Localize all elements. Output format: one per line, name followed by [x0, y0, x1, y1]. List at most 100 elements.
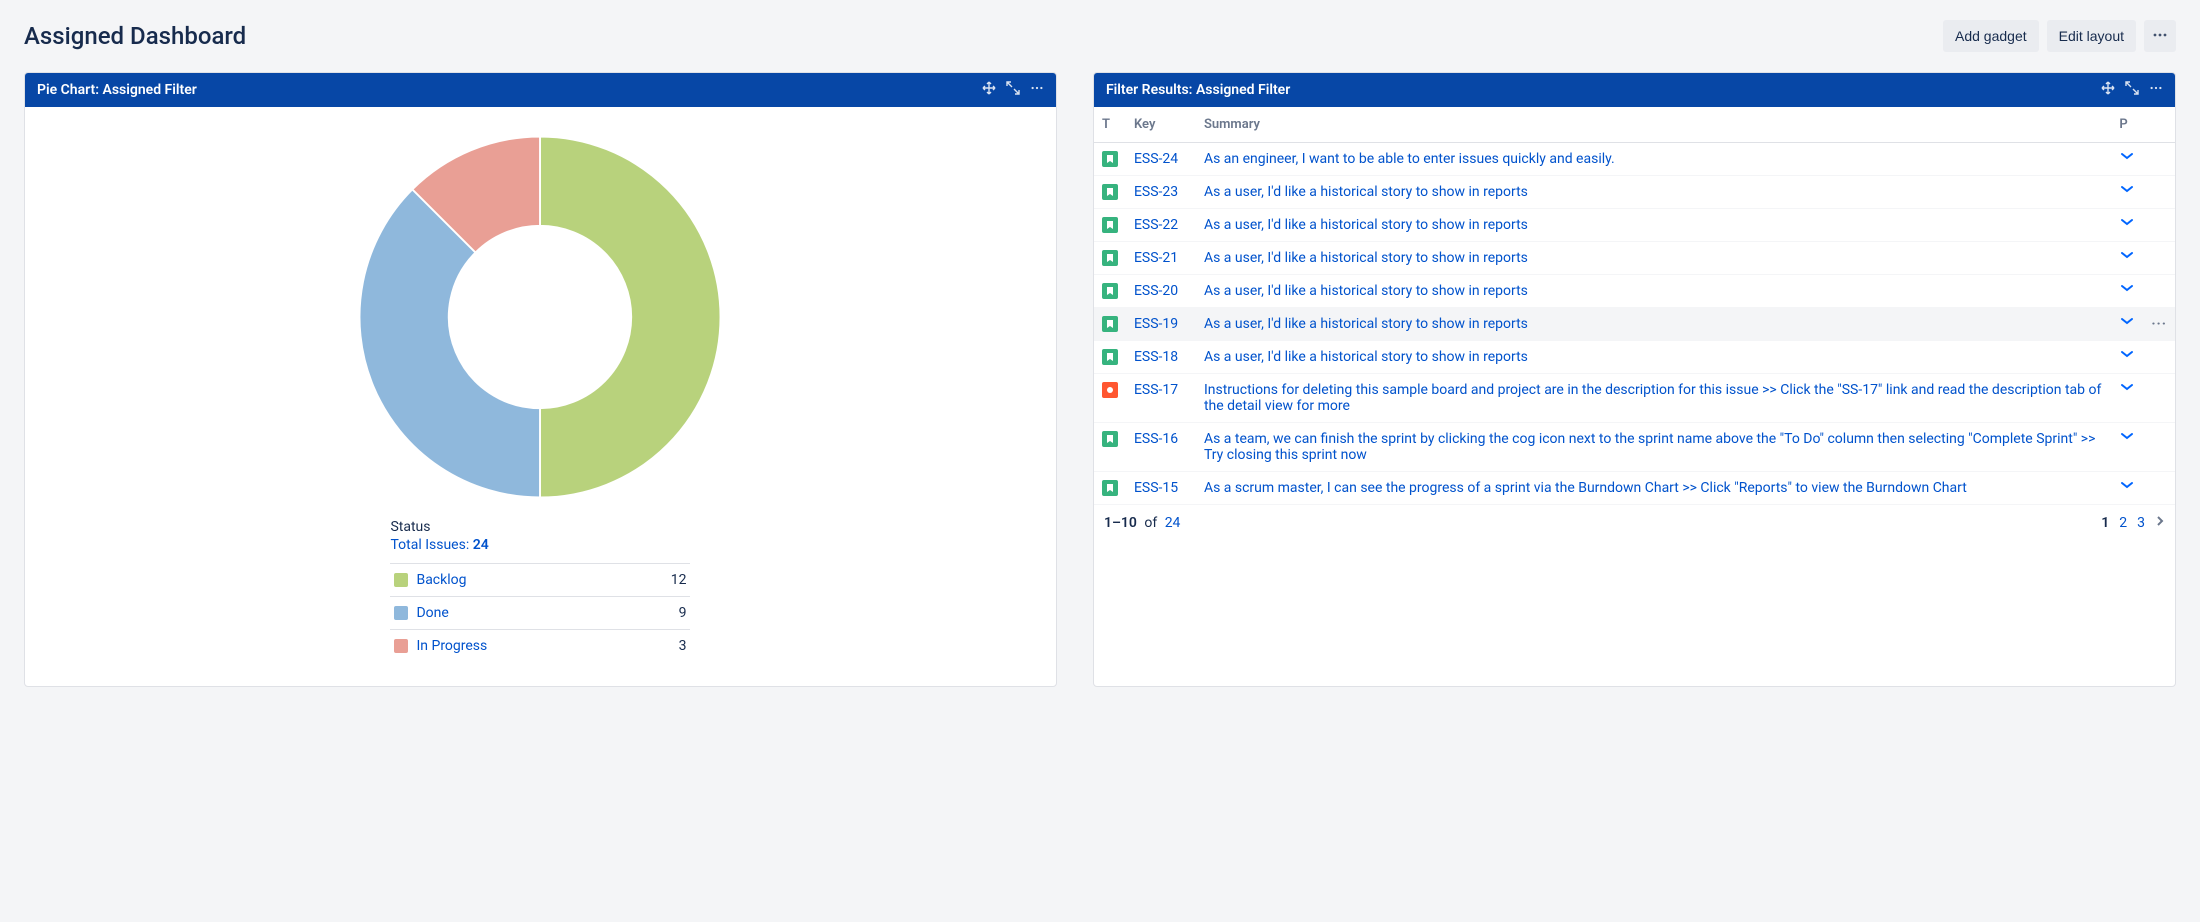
pie-chart-gadget: Pie Chart: Assigned Filter Status Total … [24, 72, 1057, 687]
story-type-icon [1102, 480, 1118, 496]
table-row[interactable]: ESS-19 As a user, I'd like a historical … [1094, 308, 2175, 341]
col-header-type[interactable]: T [1094, 107, 1126, 143]
page-3[interactable]: 3 [2137, 515, 2145, 531]
priority-low-icon [2119, 250, 2135, 262]
legend-swatch [394, 639, 408, 653]
legend-swatch [394, 573, 408, 587]
results-range: 1–10 of 24 [1104, 515, 1180, 531]
story-type-icon [1102, 431, 1118, 447]
issue-key-link[interactable]: ESS-23 [1134, 184, 1178, 200]
pager: 123 [2101, 515, 2165, 531]
header-actions: Add gadget Edit layout [1943, 20, 2176, 52]
legend-row: In Progress 3 [390, 630, 690, 663]
legend-value: 3 [633, 630, 690, 663]
story-type-icon [1102, 151, 1118, 167]
priority-low-icon [2119, 217, 2135, 229]
story-type-icon [1102, 316, 1118, 332]
issue-key-link[interactable]: ESS-15 [1134, 480, 1178, 496]
legend-name[interactable]: Backlog [416, 572, 466, 588]
story-type-icon [1102, 283, 1118, 299]
priority-low-icon [2119, 184, 2135, 196]
priority-low-icon [2119, 382, 2135, 394]
legend-total-value: 24 [473, 537, 489, 553]
issue-key-link[interactable]: ESS-20 [1134, 283, 1178, 299]
issue-key-link[interactable]: ESS-18 [1134, 349, 1178, 365]
gadget-title: Filter Results: Assigned Filter [1106, 82, 1290, 98]
issue-summary-link[interactable]: Instructions for deleting this sample bo… [1204, 382, 2101, 414]
table-row[interactable]: ESS-20 As a user, I'd like a historical … [1094, 275, 2175, 308]
story-type-icon [1102, 250, 1118, 266]
donut-chart [49, 127, 1032, 507]
table-row[interactable]: ESS-24 As an engineer, I want to be able… [1094, 143, 2175, 176]
filter-results-table: T Key Summary P ESS-24 As an engineer, I… [1094, 107, 2175, 505]
table-row[interactable]: ESS-16 As a team, we can finish the spri… [1094, 423, 2175, 472]
table-row[interactable]: ESS-21 As a user, I'd like a historical … [1094, 242, 2175, 275]
expand-icon[interactable] [1006, 81, 1020, 99]
priority-low-icon [2119, 480, 2135, 492]
issue-summary-link[interactable]: As a user, I'd like a historical story t… [1204, 217, 1528, 233]
col-header-priority[interactable]: P [2111, 107, 2143, 143]
gadget-title: Pie Chart: Assigned Filter [37, 82, 197, 98]
story-type-icon [1102, 184, 1118, 200]
legend-value: 12 [633, 564, 690, 597]
page-header: Assigned Dashboard Add gadget Edit layou… [24, 20, 2176, 52]
legend-table: Backlog 12Done9 In Progress 3 [390, 563, 690, 662]
page-2[interactable]: 2 [2119, 515, 2127, 531]
issue-key-link[interactable]: ESS-21 [1134, 250, 1178, 266]
expand-icon[interactable] [2125, 81, 2139, 99]
legend-name[interactable]: Done [416, 605, 448, 621]
col-header-key[interactable]: Key [1126, 107, 1196, 143]
table-row[interactable]: ESS-15 As a scrum master, I can see the … [1094, 472, 2175, 505]
priority-low-icon [2119, 283, 2135, 295]
move-icon[interactable] [982, 81, 996, 99]
add-gadget-button[interactable]: Add gadget [1943, 20, 2039, 52]
bug-type-icon [1102, 382, 1118, 398]
donut-slice-backlog[interactable] [540, 137, 721, 498]
legend-name[interactable]: In Progress [416, 638, 487, 654]
gadget-header: Pie Chart: Assigned Filter [25, 73, 1056, 107]
page-1: 1 [2101, 515, 2109, 531]
next-page-icon[interactable] [2155, 515, 2165, 531]
legend-swatch [394, 606, 408, 620]
issue-key-link[interactable]: ESS-22 [1134, 217, 1178, 233]
priority-low-icon [2119, 431, 2135, 443]
donut-slice-done[interactable] [360, 189, 541, 497]
gadget-more-icon[interactable] [1030, 81, 1044, 99]
priority-low-icon [2119, 349, 2135, 361]
legend-status-label: Status [390, 519, 690, 535]
more-icon [2152, 27, 2168, 46]
legend-total-label: Total Issues: [390, 537, 469, 553]
table-row[interactable]: ESS-17 Instructions for deleting this sa… [1094, 374, 2175, 423]
page-title: Assigned Dashboard [24, 22, 246, 50]
col-header-summary[interactable]: Summary [1196, 107, 2111, 143]
issue-summary-link[interactable]: As a user, I'd like a historical story t… [1204, 184, 1528, 200]
issue-summary-link[interactable]: As a user, I'd like a historical story t… [1204, 316, 1528, 332]
issue-summary-link[interactable]: As a user, I'd like a historical story t… [1204, 250, 1528, 266]
table-row[interactable]: ESS-22 As a user, I'd like a historical … [1094, 209, 2175, 242]
priority-low-icon [2119, 316, 2135, 328]
issue-key-link[interactable]: ESS-16 [1134, 431, 1178, 447]
issue-summary-link[interactable]: As a user, I'd like a historical story t… [1204, 349, 1528, 365]
legend-total[interactable]: Total Issues: 24 [390, 537, 690, 553]
legend-row: Done9 [390, 597, 690, 630]
dashboard-more-button[interactable] [2144, 20, 2176, 52]
gadget-header: Filter Results: Assigned Filter [1094, 73, 2175, 107]
gadget-more-icon[interactable] [2149, 81, 2163, 99]
story-type-icon [1102, 349, 1118, 365]
issue-summary-link[interactable]: As a scrum master, I can see the progres… [1204, 480, 1967, 496]
priority-low-icon [2119, 151, 2135, 163]
issue-summary-link[interactable]: As an engineer, I want to be able to ent… [1204, 151, 1615, 167]
issue-key-link[interactable]: ESS-19 [1134, 316, 1178, 332]
filter-results-gadget: Filter Results: Assigned Filter T Key Su… [1093, 72, 2176, 687]
table-row[interactable]: ESS-23 As a user, I'd like a historical … [1094, 176, 2175, 209]
legend-row: Backlog 12 [390, 564, 690, 597]
row-more-button[interactable]: ··· [2151, 316, 2167, 332]
issue-key-link[interactable]: ESS-24 [1134, 151, 1178, 167]
issue-key-link[interactable]: ESS-17 [1134, 382, 1178, 398]
table-row[interactable]: ESS-18 As a user, I'd like a historical … [1094, 341, 2175, 374]
story-type-icon [1102, 217, 1118, 233]
edit-layout-button[interactable]: Edit layout [2047, 20, 2136, 52]
issue-summary-link[interactable]: As a user, I'd like a historical story t… [1204, 283, 1528, 299]
issue-summary-link[interactable]: As a team, we can finish the sprint by c… [1204, 431, 2095, 463]
move-icon[interactable] [2101, 81, 2115, 99]
